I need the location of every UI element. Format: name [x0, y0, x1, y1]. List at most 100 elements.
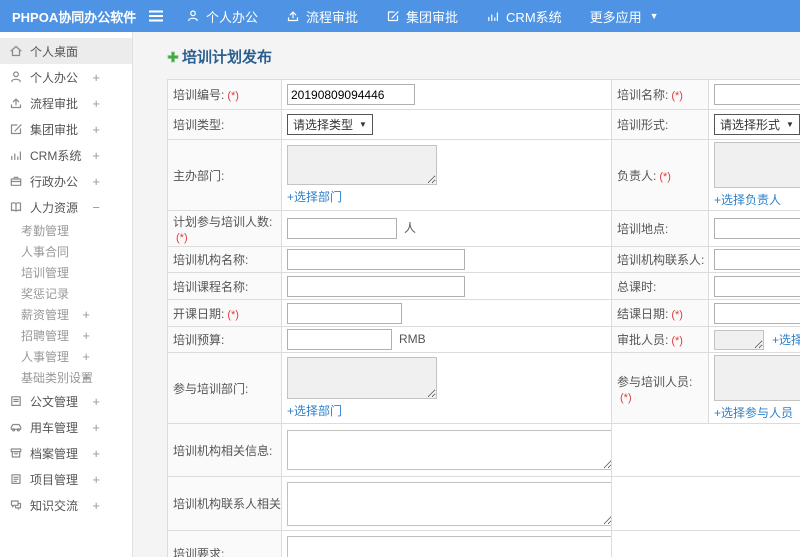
form-textarea[interactable] [287, 481, 611, 526]
sidebar-item-8[interactable]: 人事合同 [0, 241, 132, 262]
expand-plus-icon[interactable]: + [92, 420, 100, 435]
nav-item-0[interactable]: 个人办公 [186, 7, 258, 26]
approval-icon [8, 122, 23, 136]
field-label: 培训课程名称: [173, 279, 249, 294]
sidebar-item-label: 人力资源 [30, 200, 79, 215]
sidebar-item-9[interactable]: 培训管理 [0, 262, 132, 283]
sidebar-item-6[interactable]: 人力资源 − [0, 194, 132, 220]
sidebar-item-7[interactable]: 考勤管理 [0, 220, 132, 241]
sidebar-item-18[interactable]: 项目管理 + [0, 466, 132, 492]
picker-link[interactable]: +选择部门 [287, 188, 342, 205]
expand-plus-icon[interactable]: + [92, 446, 100, 461]
field-value-cell: RMB [281, 326, 612, 353]
form-row: 培训类型: 请选择类型 ▼ 培训形式: 请选择形式 ▼ [167, 109, 800, 140]
nav-item-1[interactable]: 流程审批 [286, 7, 358, 26]
field-label: 负责人: [617, 168, 657, 183]
sidebar-item-label: 集团审批 [30, 122, 79, 137]
approval-icon [386, 9, 400, 23]
expand-plus-icon[interactable]: + [82, 349, 90, 364]
expand-plus-icon[interactable]: + [92, 174, 100, 189]
expand-plus-icon[interactable]: + [82, 370, 90, 385]
sidebar-item-0[interactable]: 个人桌面 [0, 38, 132, 64]
field-label-cell: 培训预算: [167, 326, 282, 353]
sidebar-item-14[interactable]: 基础类别设置 + [0, 367, 132, 388]
picker-textarea[interactable] [714, 329, 764, 350]
field-value-cell: 请选择形式 ▼ [708, 109, 800, 140]
sidebar-item-1[interactable]: 个人办公 + [0, 64, 132, 90]
field-label-cell: 培训地点: [611, 210, 709, 247]
form-row: 培训编号:(*)培训名称:(*) [167, 79, 800, 110]
nav-item-4[interactable]: 更多应用 ▼ [590, 7, 659, 26]
picker-link[interactable]: +选择参与人员 [714, 404, 793, 421]
expand-plus-icon[interactable]: + [92, 96, 100, 111]
form-textarea[interactable] [287, 535, 611, 557]
form-textarea[interactable] [287, 430, 611, 470]
field-label: 总课时: [617, 279, 657, 294]
expand-plus-icon[interactable]: + [82, 328, 90, 343]
collapse-minus-icon[interactable]: − [92, 200, 100, 215]
sidebar-item-3[interactable]: 集团审批 + [0, 116, 132, 142]
sidebar-item-17[interactable]: 档案管理 + [0, 440, 132, 466]
chart-icon [486, 9, 500, 23]
expand-plus-icon[interactable]: + [92, 472, 100, 487]
expand-plus-icon[interactable]: + [92, 122, 100, 137]
sidebar-item-12[interactable]: 招聘管理 + [0, 325, 132, 346]
sidebar-item-label: 个人桌面 [30, 44, 79, 59]
picker-link[interactable]: +选择部门 [287, 402, 342, 419]
sidebar-item-15[interactable]: 公文管理 + [0, 388, 132, 414]
field-label: 培训机构名称: [173, 253, 249, 267]
field-value-cell: +选择部门 [281, 352, 612, 424]
expand-plus-icon[interactable]: + [92, 394, 100, 409]
field-label-cell: 参与培训人员: (*) [611, 352, 709, 424]
required-mark: (*) [671, 308, 683, 321]
hamburger-menu-icon[interactable] [148, 9, 164, 23]
picker-textarea[interactable] [287, 357, 437, 399]
form-text-input[interactable] [714, 249, 800, 270]
picker-link[interactable]: +选择审批人员 [772, 331, 800, 348]
sidebar-item-11[interactable]: 薪资管理 + [0, 304, 132, 325]
form-text-input[interactable] [287, 249, 465, 270]
field-label: 参与培训人员: [617, 374, 693, 389]
form-text-input[interactable] [287, 302, 402, 324]
expand-plus-icon[interactable]: + [92, 148, 100, 163]
sidebar-item-4[interactable]: CRM系统 + [0, 142, 132, 168]
select-value: 请选择形式 [720, 118, 781, 132]
nav-item-label: 流程审批 [306, 9, 359, 25]
sidebar-item-5[interactable]: 行政办公 + [0, 168, 132, 194]
process-icon [8, 96, 23, 110]
expand-plus-icon[interactable]: + [82, 307, 90, 322]
picker-textarea[interactable] [714, 142, 800, 188]
expand-plus-icon[interactable]: + [92, 70, 100, 85]
field-value-cell [281, 423, 612, 477]
field-label-cell: 负责人: (*) [611, 139, 709, 211]
sidebar-item-16[interactable]: 用车管理 + [0, 414, 132, 440]
form-text-input[interactable] [287, 84, 415, 105]
form-text-input[interactable] [714, 84, 800, 105]
empty-cell [611, 423, 800, 477]
empty-cell [611, 530, 800, 557]
sidebar-item-13[interactable]: 人事管理 + [0, 346, 132, 367]
form-text-input[interactable] [714, 275, 800, 297]
form-text-input[interactable] [287, 329, 392, 350]
required-mark: (*) [227, 308, 239, 321]
form-text-input[interactable] [714, 302, 800, 324]
picker-link[interactable]: +选择负责人 [714, 191, 781, 208]
expand-plus-icon[interactable]: + [92, 498, 100, 513]
form-select[interactable]: 请选择类型 ▼ [287, 114, 373, 135]
picker-textarea[interactable] [287, 145, 437, 185]
field-value-cell [281, 299, 612, 327]
form-text-input[interactable] [287, 218, 397, 239]
form-text-input[interactable] [714, 218, 800, 239]
nav-item-3[interactable]: CRM系统 [486, 7, 562, 26]
sidebar-item-10[interactable]: 奖惩记录 [0, 283, 132, 304]
sidebar-item-19[interactable]: 知识交流 + [0, 492, 132, 518]
picker-textarea[interactable] [714, 355, 800, 401]
field-label-cell: 培训类型: [167, 109, 282, 140]
form-text-input[interactable] [287, 275, 465, 297]
nav-item-2[interactable]: 集团审批 [386, 7, 458, 26]
form-select[interactable]: 请选择形式 ▼ [714, 114, 800, 135]
sidebar-item-label: 个人办公 [30, 70, 79, 85]
page-title: 培训计划发布 [167, 46, 800, 67]
process-icon [286, 9, 300, 23]
sidebar-item-2[interactable]: 流程审批 + [0, 90, 132, 116]
